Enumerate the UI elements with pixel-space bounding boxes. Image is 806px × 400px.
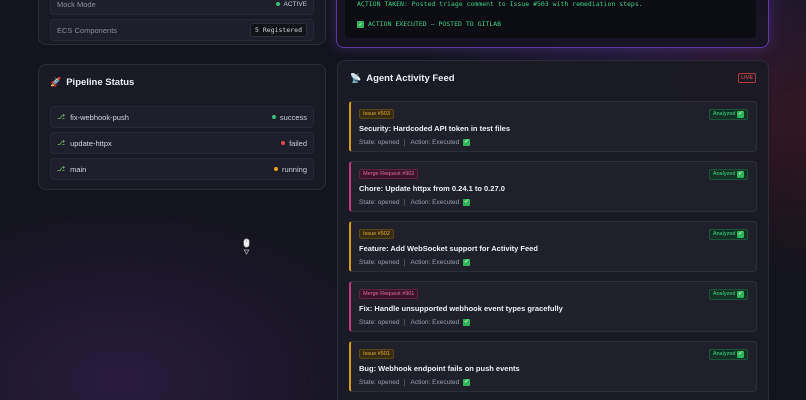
check-icon: ✓: [737, 171, 744, 178]
mouse-cursor-icon: [243, 238, 250, 256]
card-title: Bug: Webhook endpoint fails on push even…: [359, 364, 520, 373]
terminal-line: ACTION TAKEN: Posted triage comment to I…: [357, 0, 643, 8]
card-meta: State: opened Action: Executed ✓: [359, 379, 471, 386]
mock-mode-row: Mock Mode ACTIVE: [50, 0, 314, 15]
analyzed-badge: Analyzed ✓: [708, 229, 748, 240]
card-state: State: opened: [359, 139, 400, 146]
rocket-icon: 🚀: [50, 77, 62, 87]
branch-name: update-httpx: [70, 138, 112, 148]
git-branch-icon: ⎇: [57, 140, 66, 147]
card-state: State: opened: [359, 199, 400, 206]
check-icon: ✓: [463, 139, 471, 146]
analyzed-badge: Analyzed ✓: [708, 109, 748, 120]
merge-request-tag: Merge Request #901: [359, 289, 419, 299]
card-action: Action: Executed: [410, 319, 460, 326]
activity-card[interactable]: Merge Request #902 Analyzed ✓ Chore: Upd…: [349, 161, 757, 212]
check-icon: ✓: [737, 351, 744, 358]
card-action: Action: Executed: [410, 199, 460, 206]
action-log-terminal: ACTION TAKEN: Posted triage comment to I…: [336, 0, 769, 48]
mock-mode-label: Mock Mode: [57, 0, 96, 9]
agent-activity-feed-panel: 📡 Agent Activity Feed LIVE Issue #503 An…: [337, 60, 769, 400]
pipeline-title: 🚀 Pipeline Status: [50, 77, 134, 88]
feed-title-text: Agent Activity Feed: [366, 73, 455, 84]
status-dot: [281, 141, 286, 145]
merge-request-tag: Merge Request #902: [359, 169, 419, 179]
check-icon: ✓: [737, 111, 744, 118]
card-action: Action: Executed: [410, 379, 460, 386]
card-state: State: opened: [359, 259, 400, 266]
pipeline-status: success: [279, 112, 307, 122]
terminal-executed-line: ✓ ACTION EXECUTED — POSTED TO GITLAB: [357, 20, 501, 28]
issue-tag: Issue #503: [359, 109, 394, 119]
ecs-components-badge: 5 Registered: [250, 23, 307, 37]
pipeline-row[interactable]: ⎇ main running: [50, 158, 314, 180]
check-icon: ✓: [737, 291, 744, 298]
issue-tag: Issue #502: [359, 229, 394, 239]
card-title: Fix: Handle unsupported webhook event ty…: [359, 304, 563, 313]
activity-card[interactable]: Merge Request #901 Analyzed ✓ Fix: Handl…: [349, 281, 757, 332]
analyzed-badge: Analyzed ✓: [708, 349, 748, 360]
terminal-output: ACTION TAKEN: Posted triage comment to I…: [345, 0, 756, 38]
status-dot: [271, 115, 276, 119]
card-state: State: opened: [359, 319, 400, 326]
activity-card[interactable]: Issue #502 Analyzed ✓ Feature: Add WebSo…: [349, 221, 757, 272]
pipeline-status-panel: 🚀 Pipeline Status ⎇ fix-webhook-push succ…: [38, 64, 326, 190]
terminal-executed-text: ACTION EXECUTED — POSTED TO GITLAB: [368, 20, 502, 28]
card-meta: State: opened Action: Executed ✓: [359, 319, 471, 326]
mock-mode-status: ACTIVE: [275, 0, 307, 8]
activity-card[interactable]: Issue #503 Analyzed ✓ Security: Hardcode…: [349, 101, 757, 152]
card-title: Feature: Add WebSocket support for Activ…: [359, 244, 538, 253]
card-state: State: opened: [359, 379, 400, 386]
card-meta: State: opened Action: Executed ✓: [359, 139, 471, 146]
pipeline-row[interactable]: ⎇ fix-webhook-push success: [50, 106, 314, 128]
check-icon: ✓: [463, 259, 471, 266]
check-icon: ✓: [737, 231, 744, 238]
card-title: Security: Hardcoded API token in test fi…: [359, 124, 511, 133]
satellite-icon: 📡: [350, 73, 362, 83]
system-status-panel: Mock Mode ACTIVE ECS Components 5 Regist…: [38, 0, 326, 45]
mock-mode-value: ACTIVE: [283, 0, 307, 8]
status-dot: [273, 167, 278, 171]
card-action: Action: Executed: [410, 139, 460, 146]
pipeline-status: failed: [289, 138, 307, 148]
card-meta: State: opened Action: Executed ✓: [359, 199, 471, 206]
git-branch-icon: ⎇: [57, 166, 66, 173]
analyzed-badge: Analyzed ✓: [708, 289, 748, 300]
check-icon: ✓: [463, 319, 471, 326]
issue-tag: Issue #501: [359, 349, 394, 359]
card-action: Action: Executed: [410, 259, 460, 266]
live-badge: LIVE: [738, 73, 756, 83]
check-icon: ✓: [463, 379, 471, 386]
branch-name: main: [70, 164, 87, 174]
pipeline-status: running: [281, 164, 307, 174]
analyzed-badge: Analyzed ✓: [708, 169, 748, 180]
pipeline-row[interactable]: ⎇ update-httpx failed: [50, 132, 314, 154]
ecs-components-label: ECS Components: [57, 25, 118, 35]
status-dot: [275, 2, 280, 6]
activity-card[interactable]: Issue #501 Analyzed ✓ Bug: Webhook endpo…: [349, 341, 757, 392]
feed-title: 📡 Agent Activity Feed: [350, 73, 455, 84]
pipeline-title-text: Pipeline Status: [66, 77, 135, 88]
check-icon: ✓: [357, 20, 364, 28]
card-meta: State: opened Action: Executed ✓: [359, 259, 471, 266]
git-branch-icon: ⎇: [57, 114, 66, 121]
branch-name: fix-webhook-push: [70, 112, 129, 122]
ecs-components-row: ECS Components 5 Registered: [50, 19, 314, 41]
check-icon: ✓: [463, 199, 471, 206]
card-title: Chore: Update httpx from 0.24.1 to 0.27.…: [359, 184, 505, 193]
